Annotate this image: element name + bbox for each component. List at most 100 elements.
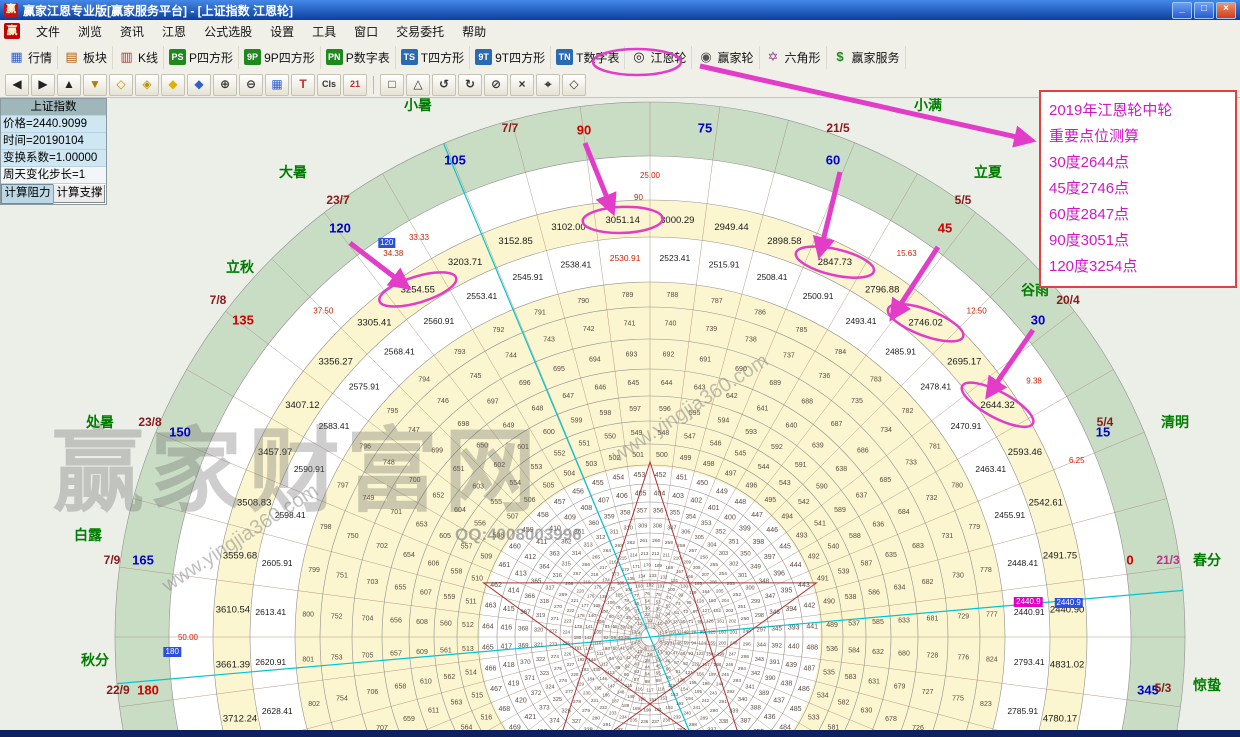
menu-工具[interactable]: 工具 — [303, 20, 345, 43]
crosshair-button[interactable]: ⌖ — [536, 74, 560, 96]
back-button[interactable]: ◀ — [5, 74, 29, 96]
svg-text:594: 594 — [718, 418, 730, 425]
svg-text:178: 178 — [577, 613, 585, 618]
svg-text:100: 100 — [668, 587, 676, 592]
svg-text:440: 440 — [788, 643, 800, 650]
button-计算阻力[interactable]: 计算阻力 — [1, 184, 53, 204]
svg-text:304: 304 — [707, 542, 716, 548]
svg-text:786: 786 — [754, 310, 766, 317]
svg-text:364: 364 — [539, 563, 550, 570]
svg-text:33: 33 — [673, 620, 679, 625]
svg-text:105: 105 — [615, 593, 623, 598]
toolbar-button-赢家服务[interactable]: $赢家服务 — [827, 46, 906, 69]
svg-text:76: 76 — [645, 591, 651, 596]
toolbar-button-P四方形[interactable]: PSP四方形 — [164, 46, 239, 69]
zoom-in-button[interactable]: ⊕ — [213, 74, 237, 96]
toolbar-button-六角形[interactable]: ✡六角形 — [760, 46, 827, 69]
svg-text:415: 415 — [503, 606, 515, 613]
menu-文件[interactable]: 文件 — [27, 20, 69, 43]
svg-text:506: 506 — [524, 497, 536, 504]
toolbar-button-行情[interactable]: ▦行情 — [3, 46, 58, 69]
rotate-left-button[interactable]: ↺ — [432, 74, 456, 96]
toolbar-button-板块[interactable]: ▤板块 — [58, 46, 113, 69]
diamond-blue-button[interactable]: ◆ — [187, 74, 211, 96]
pn-icon: PN — [326, 49, 343, 65]
close-button[interactable]: × — [1216, 2, 1236, 19]
toolbar-button-9P四方形[interactable]: 9P9P四方形 — [239, 46, 321, 69]
svg-text:507: 507 — [507, 514, 519, 521]
svg-text:33.33: 33.33 — [409, 233, 430, 242]
svg-text:638: 638 — [835, 466, 847, 473]
toolbar-button-T数字表[interactable]: TNT数字表 — [551, 46, 625, 69]
svg-text:48: 48 — [676, 640, 682, 645]
toolbar-button-9T四方形[interactable]: 9T9T四方形 — [470, 46, 551, 69]
grid-button[interactable]: ▦ — [265, 74, 289, 96]
pointer-up-button[interactable]: ▲ — [57, 74, 81, 96]
draw-triangle-button[interactable]: △ — [406, 74, 430, 96]
minimize-button[interactable]: _ — [1172, 2, 1192, 19]
svg-text:404: 404 — [654, 490, 666, 497]
svg-text:3661.39: 3661.39 — [216, 659, 250, 670]
toolbar-label: T数字表 — [576, 49, 619, 66]
filter-button[interactable]: ▼ — [83, 74, 107, 96]
svg-text:401: 401 — [708, 505, 720, 512]
menu-资讯[interactable]: 资讯 — [111, 20, 153, 43]
diamond-outline-button[interactable]: ◇ — [109, 74, 133, 96]
toolbar-button-K线[interactable]: ▥K线 — [113, 46, 164, 69]
menu-江恩[interactable]: 江恩 — [153, 20, 195, 43]
toolbar-button-P数字表[interactable]: PNP数字表 — [321, 46, 396, 69]
menu-公式选股[interactable]: 公式选股 — [195, 20, 261, 43]
menu-帮助[interactable]: 帮助 — [453, 20, 495, 43]
zoom-out-button[interactable]: ⊖ — [239, 74, 263, 96]
svg-text:340: 340 — [738, 697, 747, 703]
toolbar-button-T四方形[interactable]: TST四方形 — [396, 46, 470, 69]
solar-term-惊蛰: 惊蛰 — [1193, 675, 1221, 695]
toolbar-button-赢家轮[interactable]: ◉赢家轮 — [692, 46, 759, 69]
svg-text:744: 744 — [505, 352, 517, 359]
svg-text:214: 214 — [630, 553, 638, 558]
cls-button[interactable]: Cls — [317, 74, 341, 96]
svg-text:281: 281 — [603, 722, 611, 728]
toolbar-button-江恩轮[interactable]: ◎江恩轮 — [625, 46, 692, 69]
solar-term-立夏: 立夏 — [974, 162, 1002, 182]
button-计算支撑[interactable]: 计算支撑 — [53, 184, 106, 204]
rotate-right-button[interactable]: ↻ — [458, 74, 482, 96]
svg-text:4780.17: 4780.17 — [1043, 714, 1077, 725]
svg-text:102: 102 — [646, 583, 654, 588]
index-info-rows: 价格=2440.9099时间=20190104变换系数=1.00000周天变化步… — [1, 115, 106, 183]
svg-text:445: 445 — [779, 544, 791, 551]
menu-窗口[interactable]: 窗口 — [345, 20, 387, 43]
menu-设置[interactable]: 设置 — [261, 20, 303, 43]
polygon-button[interactable]: ◇ — [562, 74, 586, 96]
menu-交易委托[interactable]: 交易委托 — [387, 20, 453, 43]
svg-text:414: 414 — [508, 588, 520, 595]
circle-slash-button[interactable]: ⊘ — [484, 74, 508, 96]
svg-text:46: 46 — [665, 659, 671, 664]
svg-text:248: 248 — [730, 641, 738, 646]
svg-text:684: 684 — [898, 509, 910, 516]
menu-浏览[interactable]: 浏览 — [69, 20, 111, 43]
svg-text:240: 240 — [683, 710, 691, 715]
svg-text:3305.41: 3305.41 — [357, 318, 391, 329]
toolbar-label: K线 — [138, 49, 158, 66]
svg-text:790: 790 — [577, 298, 589, 305]
delete-button[interactable]: × — [510, 74, 534, 96]
svg-text:732: 732 — [926, 495, 938, 502]
svg-text:436: 436 — [764, 714, 776, 721]
svg-text:537: 537 — [848, 621, 860, 628]
svg-text:274: 274 — [551, 654, 559, 660]
maximize-button[interactable]: □ — [1194, 2, 1214, 19]
draw-rect-button[interactable]: □ — [380, 74, 404, 96]
toolbar-label: P数字表 — [346, 49, 390, 66]
svg-text:67: 67 — [674, 660, 680, 665]
annotation-line: 重要点位测算 — [1049, 124, 1227, 150]
t-up-button[interactable]: T — [291, 74, 315, 96]
diamond-half-button[interactable]: ◈ — [135, 74, 159, 96]
forward-button[interactable]: ▶ — [31, 74, 55, 96]
menu-items: 文件浏览资讯江恩公式选股设置工具窗口交易委托帮助 — [27, 20, 495, 43]
diamond-solid-button[interactable]: ◆ — [161, 74, 185, 96]
calendar-21-button[interactable]: 21 — [343, 74, 367, 96]
svg-text:22: 22 — [645, 612, 651, 617]
svg-text:3000.29: 3000.29 — [660, 215, 694, 226]
svg-text:2620.91: 2620.91 — [255, 657, 286, 667]
